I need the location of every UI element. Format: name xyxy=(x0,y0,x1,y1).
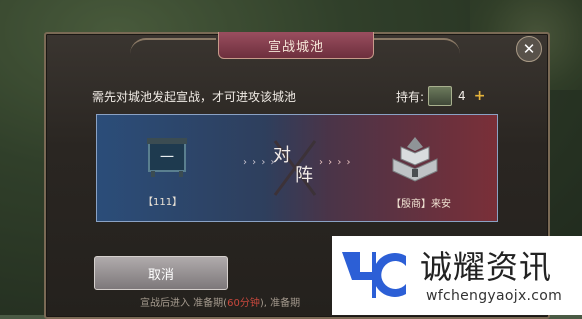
target-city-name: 【殷商】来安 xyxy=(391,199,451,210)
footer-text-b: ), 准备期 xyxy=(259,298,301,309)
footer-text-a: 宣战后进入 准备期( xyxy=(140,298,228,309)
dialog-title: 宣战城池 xyxy=(218,32,374,59)
versus-char-1: 对 xyxy=(273,145,291,166)
alliance-flag-icon: 一 xyxy=(147,138,187,177)
arrows-right: › › › › xyxy=(319,157,352,168)
watermark-logo-icon xyxy=(342,252,406,298)
footer-highlight: 60分钟 xyxy=(227,298,260,309)
token-holdings: 持有: 4 + xyxy=(396,86,485,106)
title-ornament-right xyxy=(374,38,460,54)
title-ornament-left xyxy=(130,38,216,54)
watermark-url: wfchengyaojx.com xyxy=(426,288,563,304)
versus-char-2: 阵 xyxy=(295,165,313,186)
footer-note: 宣战后进入 准备期(60分钟), 准备期 xyxy=(140,294,300,309)
hold-label: 持有: xyxy=(396,89,425,104)
add-token-button[interactable]: + xyxy=(474,88,486,104)
versus-panel: 一 【111】 › › › › 对 阵 › › › › 【殷商】来安 xyxy=(96,114,498,222)
hold-count: 4 xyxy=(458,89,466,103)
castle-icon xyxy=(392,137,438,182)
attacker-name: 【111】 xyxy=(143,197,183,208)
war-token-icon xyxy=(428,86,453,106)
flag-text: 一 xyxy=(160,150,174,166)
watermark: 诚耀资讯 wfchengyaojx.com xyxy=(332,236,582,315)
cancel-button[interactable]: 取消 xyxy=(94,256,228,290)
close-icon: ✕ xyxy=(522,40,536,58)
declare-notice: 需先对城池发起宣战，才可进攻该城池 xyxy=(92,90,297,104)
watermark-name: 诚耀资讯 xyxy=(420,248,553,286)
close-button[interactable]: ✕ xyxy=(516,36,542,62)
